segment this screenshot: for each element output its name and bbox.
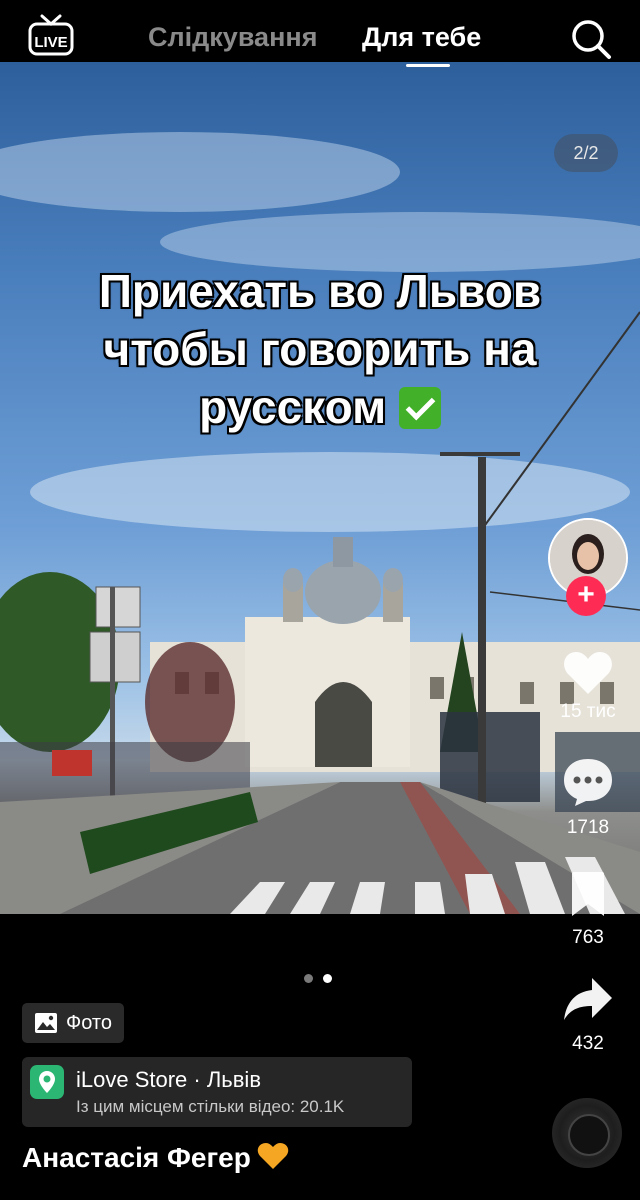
carousel-dot-1: [304, 974, 313, 983]
save-count: 763: [572, 927, 604, 948]
bookmark-icon: [572, 872, 604, 916]
save-button[interactable]: 763: [548, 870, 628, 949]
location-pin-icon: [30, 1065, 64, 1099]
comment-icon: [564, 759, 612, 806]
share-arrow-icon: [564, 978, 612, 1020]
follow-button[interactable]: +: [566, 576, 606, 616]
photo-mode-badge[interactable]: Фото: [22, 1003, 124, 1043]
like-count: 15 тис: [560, 701, 616, 722]
overlay-caption: Приехать во Львов чтобы говорить на русс…: [98, 264, 542, 434]
share-count: 432: [572, 1033, 604, 1054]
author-username[interactable]: Анастасія Фегер: [22, 1142, 289, 1174]
photo-counter: 2/2: [554, 134, 618, 172]
check-mark-icon: [398, 387, 441, 429]
like-button[interactable]: 15 тис: [548, 650, 628, 723]
location-title: iLove Store · Львів: [76, 1067, 262, 1092]
location-card[interactable]: iLove Store · Львів Із цим місцем стільк…: [22, 1057, 412, 1127]
live-button[interactable]: LIVE: [28, 14, 74, 56]
search-icon: [572, 20, 611, 59]
post-photo[interactable]: 2/2 Приехать во Львов чтобы говорить на …: [0, 62, 640, 914]
author-name: Анастасія Фегер: [22, 1142, 251, 1173]
live-tv-icon: LIVE: [28, 14, 74, 56]
orange-heart-icon: [257, 1143, 289, 1169]
carousel-dots: [304, 970, 342, 988]
image-icon: [35, 1013, 57, 1033]
station-photo-scene: [0, 132, 640, 914]
search-button[interactable]: [570, 18, 612, 60]
heart-icon: [564, 652, 612, 694]
active-tab-indicator: [406, 64, 450, 67]
tab-following[interactable]: Слідкування: [148, 22, 317, 53]
photo-overlay-text: Приехать во Львов чтобы говорить на русс…: [70, 262, 570, 436]
live-label: LIVE: [34, 34, 67, 51]
photo-badge-label: Фото: [66, 1011, 112, 1034]
comment-button[interactable]: 1718: [548, 756, 628, 839]
carousel-dot-2: [323, 974, 332, 983]
share-button[interactable]: 432: [548, 976, 628, 1055]
top-bar: LIVE Слідкування Для тебе: [0, 0, 640, 67]
comment-count: 1718: [566, 817, 610, 838]
location-subtitle: Із цим місцем стільки відео: 20.1K: [76, 1097, 345, 1116]
tab-for-you[interactable]: Для тебе: [362, 22, 481, 53]
music-disc-icon: [568, 1114, 610, 1156]
music-disc-button[interactable]: [552, 1098, 622, 1168]
